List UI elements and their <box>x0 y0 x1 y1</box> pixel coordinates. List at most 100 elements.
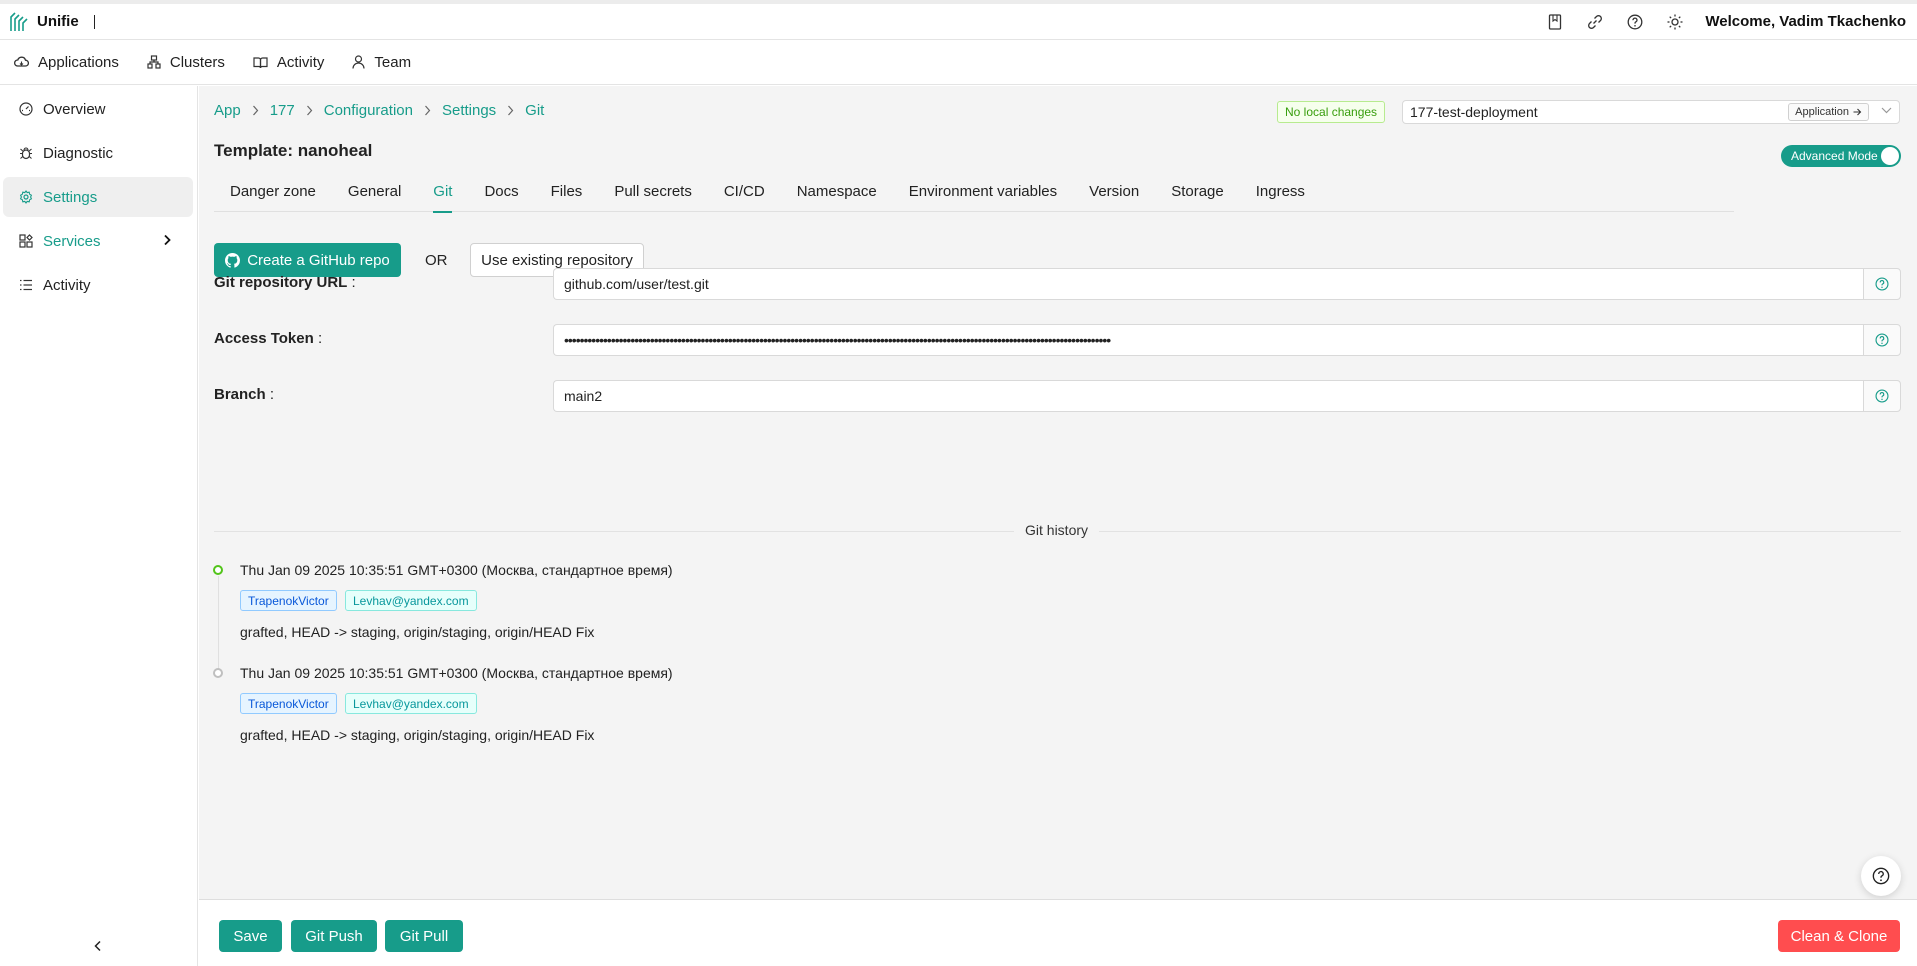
top-bar: Unifie Welcome, Vadim Tkachenko <box>0 0 1917 40</box>
sidebar-item-label: Activity <box>43 276 91 294</box>
branch-input[interactable] <box>553 380 1863 412</box>
commit-email-tag: Levhav@yandex.com <box>345 693 477 714</box>
theme-sun-icon[interactable] <box>1655 4 1695 40</box>
nav-applications-label: Applications <box>38 53 119 71</box>
nav-clusters[interactable]: Clusters <box>147 54 225 71</box>
access-token-input[interactable] <box>553 324 1863 356</box>
breadcrumb-app-id[interactable]: 177 <box>270 102 295 119</box>
cloud-icon <box>14 56 29 67</box>
sidebar-item-label: Diagnostic <box>43 144 114 162</box>
toggle-knob <box>1881 147 1899 165</box>
sidebar-item-label: Settings <box>43 188 98 206</box>
breadcrumb-configuration[interactable]: Configuration <box>324 102 413 119</box>
book-icon <box>253 56 268 68</box>
welcome-user[interactable]: Welcome, Vadim Tkachenko <box>1705 13 1906 30</box>
git-url-input[interactable] <box>553 268 1863 300</box>
unifie-logo-icon <box>10 11 28 31</box>
services-icon <box>19 234 33 248</box>
chevron-right-icon[interactable] <box>163 234 171 246</box>
commit-email-tag: Levhav@yandex.com <box>345 590 477 611</box>
breadcrumb-settings[interactable]: Settings <box>442 102 496 119</box>
advanced-mode-label: Advanced Mode <box>1791 149 1878 163</box>
tab-storage[interactable]: Storage <box>1155 170 1240 212</box>
help-icon <box>1872 867 1890 885</box>
top-right-actions: Welcome, Vadim Tkachenko <box>1535 4 1917 40</box>
git-url-label: Git repository URL : <box>214 274 356 291</box>
nav-applications[interactable]: Applications <box>14 54 119 71</box>
deployment-select-value: 177-test-deployment <box>1410 104 1538 120</box>
commit-message: grafted, HEAD -> staging, origin/staging… <box>240 727 595 743</box>
action-footer: Save Git Push Git Pull Clean & Clone <box>199 899 1917 966</box>
branch-label: Branch : <box>214 386 275 403</box>
floating-help-button[interactable] <box>1861 856 1901 896</box>
access-token-help-button[interactable] <box>1863 324 1901 356</box>
help-icon[interactable] <box>1615 4 1655 40</box>
link-icon[interactable] <box>1575 4 1615 40</box>
application-link-button[interactable]: Application <box>1788 103 1869 121</box>
breadcrumb-git[interactable]: Git <box>525 102 544 119</box>
tab-general[interactable]: General <box>332 170 417 212</box>
tab-docs[interactable]: Docs <box>468 170 534 212</box>
tab-namespace[interactable]: Namespace <box>781 170 893 212</box>
tab-ingress[interactable]: Ingress <box>1240 170 1321 212</box>
commit-author-tag: TrapenokVictor <box>240 693 337 714</box>
chevron-right-icon <box>424 105 431 116</box>
clean-clone-button[interactable]: Clean & Clone <box>1778 920 1900 952</box>
main-content: App 177 Configuration Settings Git No lo… <box>199 86 1917 966</box>
sidebar-item-label: Services <box>43 232 101 250</box>
sidebar-collapse-button[interactable] <box>90 938 106 954</box>
main-nav: Applications Clusters Activity Team <box>0 40 1917 85</box>
access-token-label: Access Token : <box>214 330 323 347</box>
advanced-mode-toggle[interactable]: Advanced Mode <box>1781 145 1901 167</box>
tab-version[interactable]: Version <box>1073 170 1155 212</box>
breadcrumb-app[interactable]: App <box>214 102 241 119</box>
sidebar-item-overview[interactable]: Overview <box>3 89 193 129</box>
sidebar-item-activity[interactable]: Activity <box>3 265 193 305</box>
sidebar-item-settings[interactable]: Settings <box>3 177 193 217</box>
git-push-button[interactable]: Git Push <box>291 920 377 952</box>
github-icon <box>225 252 241 268</box>
branch-help-button[interactable] <box>1863 380 1901 412</box>
create-github-repo-label: Create a GitHub repo <box>247 251 390 269</box>
nav-activity-label: Activity <box>276 53 325 71</box>
breadcrumb: App 177 Configuration Settings Git <box>214 102 544 119</box>
git-pull-button[interactable]: Git Pull <box>385 920 463 952</box>
git-url-help-button[interactable] <box>1863 268 1901 300</box>
git-history-title: Git history <box>1014 522 1100 538</box>
timeline-line <box>218 576 219 670</box>
help-circle-icon <box>1875 389 1889 403</box>
application-link-label: Application <box>1795 106 1849 118</box>
brand[interactable]: Unifie <box>9 11 95 33</box>
nav-activity[interactable]: Activity <box>253 53 325 71</box>
tab-pull-secrets[interactable]: Pull secrets <box>598 170 708 212</box>
chevron-right-icon <box>306 105 313 116</box>
deployment-select[interactable]: 177-test-deployment Application <box>1402 100 1900 124</box>
docs-book-icon[interactable] <box>1535 4 1575 40</box>
tab-git[interactable]: Git <box>417 170 468 213</box>
nav-clusters-label: Clusters <box>169 53 225 71</box>
tab-ci-cd[interactable]: CI/CD <box>708 170 781 212</box>
help-circle-icon <box>1875 277 1889 291</box>
commit-date: Thu Jan 09 2025 10:35:51 GMT+0300 (Москв… <box>240 665 673 681</box>
arrow-right-icon <box>1853 108 1862 116</box>
page-title: Template: nanoheal <box>214 141 373 160</box>
sidebar-item-label: Overview <box>43 100 106 118</box>
chevron-right-icon <box>507 105 514 116</box>
bug-icon <box>20 147 32 160</box>
nav-team[interactable]: Team <box>352 54 411 71</box>
sidebar-item-services[interactable]: Services <box>3 221 193 261</box>
sidebar: Overview Diagnostic Settings Services Ac… <box>0 86 198 966</box>
sidebar-item-diagnostic[interactable]: Diagnostic <box>3 133 193 173</box>
history-dot <box>213 668 223 678</box>
chevron-right-icon <box>252 105 259 116</box>
tab-environment-variables[interactable]: Environment variables <box>893 170 1073 212</box>
tab-files[interactable]: Files <box>535 170 599 212</box>
create-github-repo-button[interactable]: Create a GitHub repo <box>214 243 401 277</box>
save-button[interactable]: Save <box>219 920 282 952</box>
history-dot <box>213 565 223 575</box>
or-separator: OR <box>425 252 448 269</box>
tab-danger-zone[interactable]: Danger zone <box>214 170 332 212</box>
commit-message: grafted, HEAD -> staging, origin/staging… <box>240 624 595 640</box>
user-icon <box>352 55 366 69</box>
gear-icon <box>19 190 33 204</box>
